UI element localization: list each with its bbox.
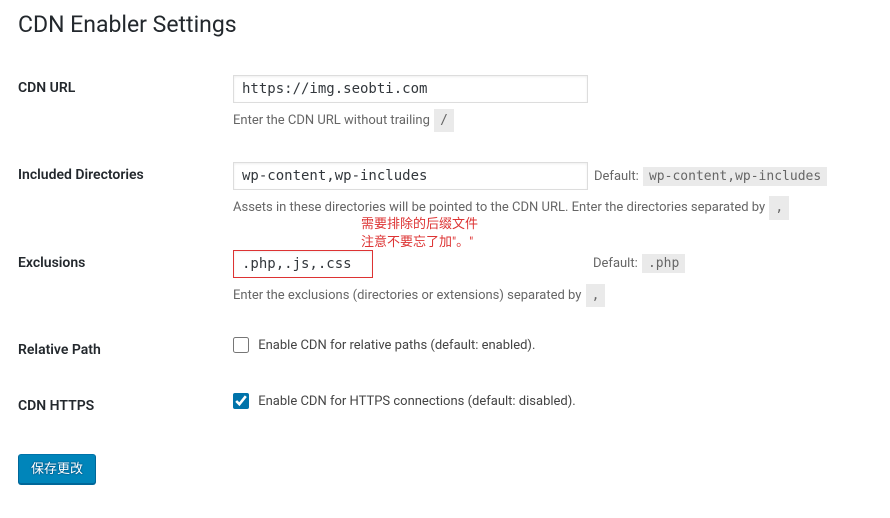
slash-code: / — [434, 109, 454, 133]
cdn-https-label: CDN HTTPS — [18, 378, 233, 434]
relative-path-checkbox[interactable] — [233, 337, 249, 353]
comma-code: , — [769, 196, 789, 220]
cdn-url-description: Enter the CDN URL without trailing / — [233, 109, 862, 133]
exclusions-annotation: 需要排除的后缀文件 注意不要忘了加"。" — [361, 216, 478, 252]
page-title: CDN Enabler Settings — [18, 10, 872, 40]
included-dirs-default-label: Default: wp-content,wp-includes — [594, 167, 828, 186]
cdn-url-input[interactable] — [233, 75, 588, 103]
exclusions-default-code: .php — [642, 254, 685, 273]
cdn-https-checkbox-label[interactable]: Enable CDN for HTTPS connections (defaul… — [233, 394, 576, 409]
included-dirs-default-code: wp-content,wp-includes — [643, 167, 827, 186]
settings-form: CDN URL Enter the CDN URL without traili… — [18, 60, 872, 435]
exclusions-input[interactable] — [233, 250, 373, 278]
cdn-url-label: CDN URL — [18, 60, 233, 148]
included-dirs-input[interactable] — [233, 162, 588, 190]
included-dirs-label: Included Directories — [18, 147, 233, 235]
exclusions-description: Enter the exclusions (directories or ext… — [233, 284, 862, 308]
save-button[interactable]: 保存更改 — [18, 454, 96, 484]
exclusions-default-label: Default: .php — [593, 254, 686, 273]
exclusions-label: Exclusions — [18, 235, 233, 323]
relative-path-checkbox-label[interactable]: Enable CDN for relative paths (default: … — [233, 338, 535, 353]
cdn-https-checkbox[interactable] — [233, 393, 249, 409]
comma-code-2: , — [586, 284, 606, 308]
included-dirs-description: Assets in these directories will be poin… — [233, 196, 862, 220]
relative-path-label: Relative Path — [18, 322, 233, 378]
